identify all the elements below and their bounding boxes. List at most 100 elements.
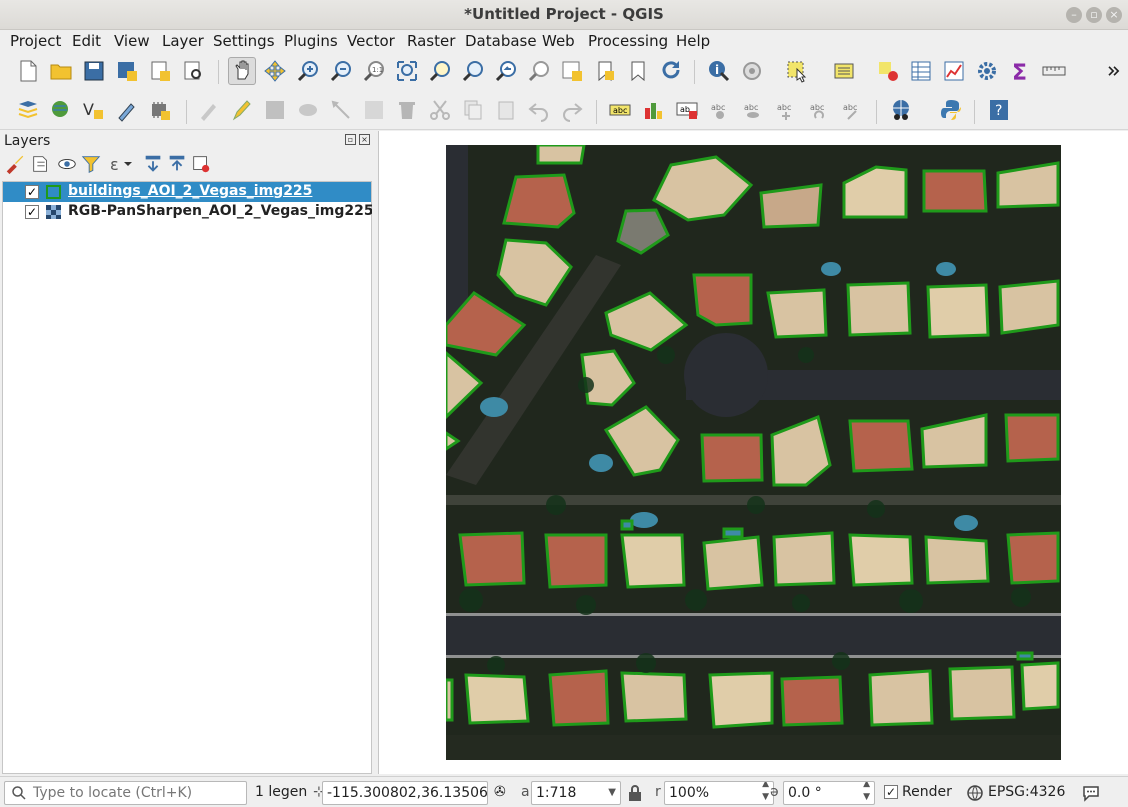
zoom-full-icon[interactable]: [393, 57, 421, 85]
map-image[interactable]: [446, 145, 1061, 760]
menu-edit[interactable]: Edit: [72, 32, 101, 50]
menu-vector[interactable]: Vector: [347, 32, 395, 50]
digitize-icon[interactable]: [113, 96, 141, 124]
measure-icon[interactable]: [1040, 57, 1068, 85]
new-project-icon[interactable]: [14, 57, 42, 85]
chevron-down-icon[interactable]: ▼: [608, 782, 616, 804]
zoom-native-icon[interactable]: 1:1: [360, 57, 388, 85]
menu-plugins[interactable]: Plugins: [284, 32, 338, 50]
save-edits-icon[interactable]: [261, 96, 289, 124]
python-console-icon[interactable]: [937, 96, 965, 124]
remove-layer-icon[interactable]: [190, 153, 212, 175]
minimize-icon[interactable]: –: [1066, 7, 1082, 23]
map-canvas[interactable]: [378, 131, 1128, 774]
label-toolbar-icon[interactable]: abc: [606, 96, 634, 124]
diagram-options-icon[interactable]: [640, 96, 668, 124]
vertex-tool-icon[interactable]: [327, 96, 355, 124]
toolbar-overflow-icon[interactable]: [1104, 57, 1124, 85]
zoom-to-layer-icon[interactable]: [459, 57, 487, 85]
save-as-icon[interactable]: [113, 57, 141, 85]
layer-name[interactable]: buildings_AOI_2_Vegas_img225: [68, 183, 312, 199]
messages-icon[interactable]: [1082, 784, 1100, 802]
menu-web[interactable]: Web: [542, 32, 575, 50]
add-feature-icon[interactable]: [294, 96, 322, 124]
toggle-editing-icon[interactable]: [228, 96, 256, 124]
show-hide-labels-icon[interactable]: abc: [739, 96, 767, 124]
layer-visibility-checkbox[interactable]: ✓: [25, 205, 39, 219]
maximize-icon[interactable]: ▫: [1086, 7, 1102, 23]
save-project-icon[interactable]: [80, 57, 108, 85]
temporary-layer-icon[interactable]: [146, 96, 174, 124]
coordinate-field[interactable]: -115.300802,36.135067: [322, 781, 488, 805]
cut-features-icon[interactable]: [426, 96, 454, 124]
pin-labels-icon[interactable]: ab: [673, 96, 701, 124]
close-panel-icon[interactable]: ×: [359, 134, 370, 145]
locate-search-input[interactable]: Type to locate (Ctrl+K): [4, 781, 247, 805]
add-vector-layer-icon[interactable]: [47, 96, 75, 124]
deselect-all-icon[interactable]: [874, 57, 902, 85]
move-label-icon[interactable]: abc: [772, 96, 800, 124]
copy-features-icon[interactable]: [459, 96, 487, 124]
expand-all-icon[interactable]: [142, 153, 164, 175]
layout-manager-icon[interactable]: [179, 57, 207, 85]
collapse-all-icon[interactable]: [166, 153, 188, 175]
refresh-icon[interactable]: [657, 57, 685, 85]
crs-label[interactable]: EPSG:4326: [988, 784, 1065, 800]
menu-view[interactable]: View: [114, 32, 150, 50]
paste-features-icon[interactable]: [492, 96, 520, 124]
data-source-manager-icon[interactable]: [14, 96, 42, 124]
new-print-layout-icon[interactable]: [146, 57, 174, 85]
statistics-icon[interactable]: [940, 57, 968, 85]
change-label-icon[interactable]: abc: [838, 96, 866, 124]
identify-icon[interactable]: i: [705, 57, 733, 85]
render-checkbox[interactable]: ✓: [884, 785, 898, 799]
menu-layer[interactable]: Layer: [162, 32, 204, 50]
show-bookmarks-icon[interactable]: [624, 57, 652, 85]
float-panel-icon[interactable]: ▫: [345, 134, 356, 145]
edits-icon[interactable]: [195, 96, 223, 124]
extents-toggle-icon[interactable]: ✇: [494, 784, 506, 800]
highlight-labels-icon[interactable]: abc: [706, 96, 734, 124]
new-bookmark-icon[interactable]: [591, 57, 619, 85]
manage-visibility-icon[interactable]: [56, 153, 78, 175]
field-calculator-icon[interactable]: Σ: [1006, 57, 1034, 85]
add-group-icon[interactable]: [30, 153, 52, 175]
delete-selected-icon[interactable]: [393, 96, 421, 124]
menu-settings[interactable]: Settings: [213, 32, 275, 50]
magnifier-spinbox[interactable]: 100% ▲ ▼: [664, 781, 774, 805]
filter-legend-icon[interactable]: [80, 153, 102, 175]
close-icon[interactable]: ×: [1106, 7, 1122, 23]
metasearch-icon[interactable]: [887, 96, 915, 124]
menu-project[interactable]: Project: [10, 32, 61, 50]
scale-combobox[interactable]: 1:718 ▼: [531, 781, 621, 805]
rotate-label-icon[interactable]: abc: [805, 96, 833, 124]
zoom-out-icon[interactable]: [327, 57, 355, 85]
layer-name[interactable]: RGB-PanSharpen_AOI_2_Vegas_img225: [68, 203, 374, 219]
toolbox-icon[interactable]: [973, 57, 1001, 85]
zoom-last-icon[interactable]: [492, 57, 520, 85]
redo-icon[interactable]: [558, 96, 586, 124]
crs-globe-icon[interactable]: [967, 785, 983, 801]
lock-scale-icon[interactable]: [628, 785, 642, 801]
menu-database[interactable]: Database: [465, 32, 537, 50]
zoom-to-selection-icon[interactable]: [426, 57, 454, 85]
select-features-icon[interactable]: [783, 57, 811, 85]
filter-by-expression-icon[interactable]: ε: [106, 153, 136, 175]
spin-arrows-icon[interactable]: ▲ ▼: [863, 782, 870, 804]
pan-map-icon[interactable]: [228, 57, 256, 85]
add-delimited-text-icon[interactable]: V: [80, 96, 108, 124]
spin-arrows-icon[interactable]: ▲ ▼: [762, 782, 769, 804]
modify-attributes-icon[interactable]: [360, 96, 388, 124]
zoom-next-icon[interactable]: [525, 57, 553, 85]
attribute-table-icon[interactable]: [907, 57, 935, 85]
layer-row-raster[interactable]: ✓ RGB-PanSharpen_AOI_2_Vegas_img225: [3, 202, 374, 222]
open-project-icon[interactable]: [47, 57, 75, 85]
layer-row-buildings[interactable]: ✓ buildings_AOI_2_Vegas_img225: [3, 182, 371, 202]
select-by-value-icon[interactable]: [830, 57, 858, 85]
layer-visibility-checkbox[interactable]: ✓: [25, 185, 39, 199]
zoom-in-icon[interactable]: [294, 57, 322, 85]
help-icon[interactable]: ?: [985, 96, 1013, 124]
pan-to-selection-icon[interactable]: [261, 57, 289, 85]
run-feature-action-icon[interactable]: [738, 57, 766, 85]
menu-raster[interactable]: Raster: [407, 32, 455, 50]
